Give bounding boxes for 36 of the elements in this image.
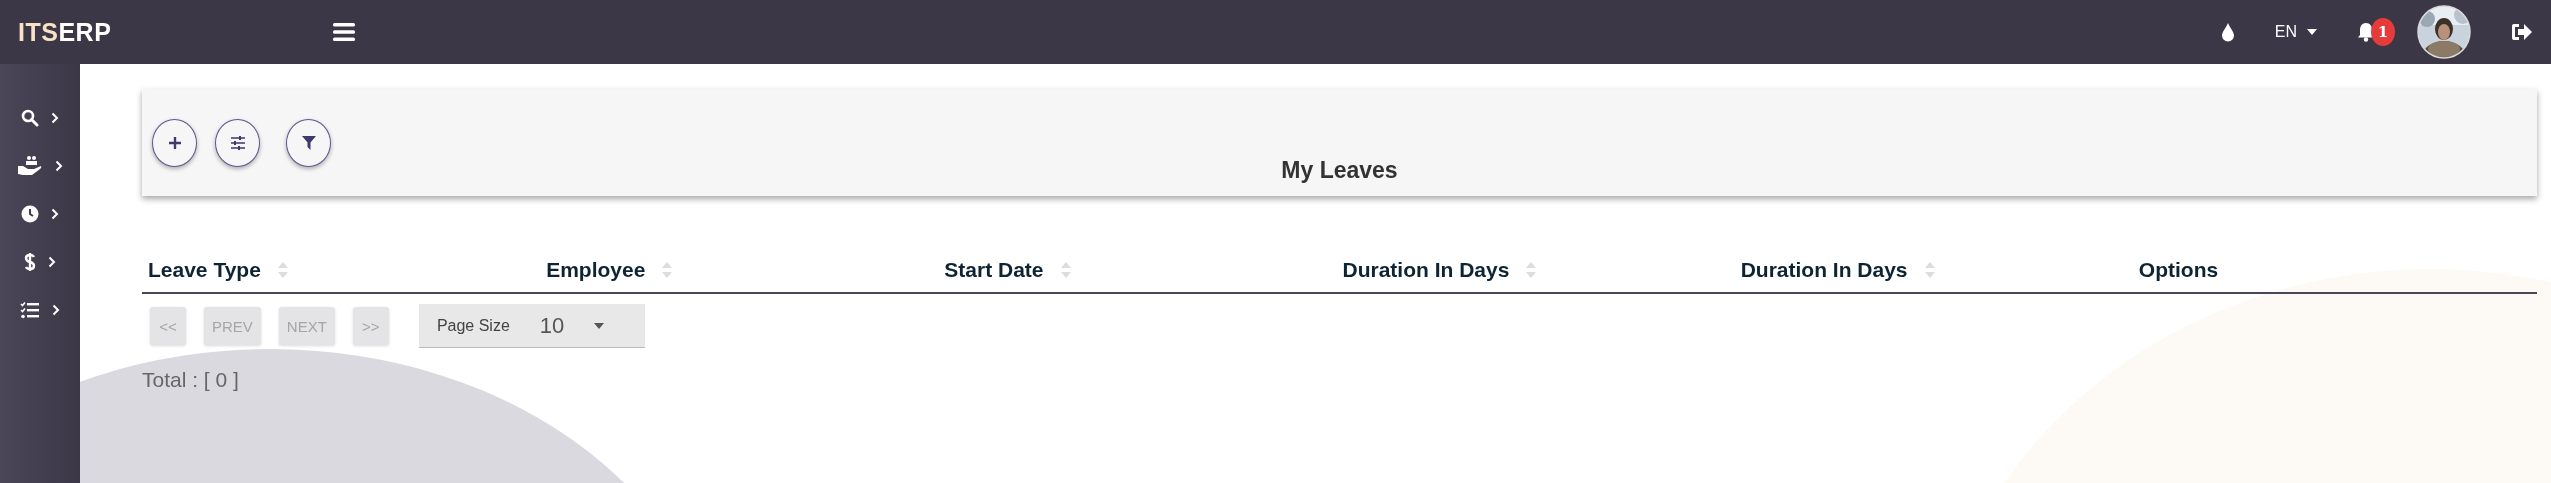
menu-icon[interactable] xyxy=(333,22,355,42)
caret-icon xyxy=(2307,29,2317,35)
chevron-right-icon xyxy=(48,256,56,268)
page-size-select[interactable]: Page Size 10 xyxy=(418,304,645,348)
page-size-value: 10 xyxy=(539,312,565,339)
column-header[interactable]: Employee xyxy=(546,258,646,282)
sliders-icon xyxy=(229,136,246,150)
chevron-right-icon xyxy=(51,208,59,220)
clock-icon xyxy=(21,205,39,223)
dollar-icon xyxy=(24,252,36,272)
drop-icon[interactable] xyxy=(2220,22,2235,42)
chevron-right-icon xyxy=(55,160,63,172)
language-dropdown[interactable]: EN xyxy=(2274,23,2317,41)
add-button[interactable] xyxy=(152,119,197,167)
filter-icon xyxy=(301,136,316,150)
search-icon xyxy=(21,109,39,127)
column-header[interactable]: Start Date xyxy=(944,258,1044,282)
filter-button[interactable] xyxy=(286,119,331,167)
column-header: Options xyxy=(2138,258,2219,282)
column-header[interactable]: Leave Type xyxy=(148,258,261,282)
checklist-icon xyxy=(20,301,40,319)
total-count: Total : [ 0 ] xyxy=(142,368,240,392)
columns-button[interactable] xyxy=(215,119,260,167)
logo-text: ITS xyxy=(18,17,59,46)
page-size-label: Page Size xyxy=(436,316,510,335)
caret-icon xyxy=(594,322,605,329)
column-header[interactable]: Duration In Days xyxy=(1342,258,1510,282)
notification-badge: 1 xyxy=(2371,18,2395,46)
page-title: My Leaves xyxy=(1281,156,1398,184)
plus-icon xyxy=(167,136,182,150)
logout-icon[interactable] xyxy=(2511,23,2533,41)
chevron-right-icon xyxy=(51,112,59,124)
column-header[interactable]: Duration In Days xyxy=(1740,258,1908,282)
logo-text: ERP xyxy=(58,17,112,46)
chevron-right-icon xyxy=(52,304,60,316)
hand-people-icon xyxy=(17,155,43,177)
